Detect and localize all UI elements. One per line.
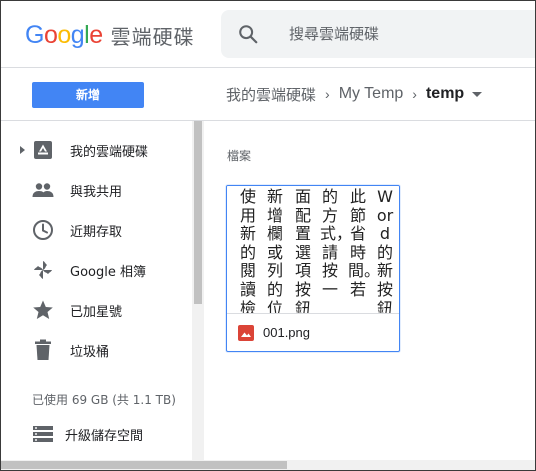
breadcrumb: 我的雲端硬碟 › My Temp › temp <box>226 81 483 107</box>
sidebar-scroll-thumb[interactable] <box>194 121 202 304</box>
logo-letter: o <box>57 20 71 49</box>
preview-text-column: 新增欄或列的位 <box>266 187 283 314</box>
sidebar-item-upgrade-storage[interactable]: 升級儲存空間 <box>1 414 191 454</box>
drive-icon <box>31 138 55 162</box>
sidebar-item-trash[interactable]: 垃圾桶 <box>1 330 191 370</box>
logo-letter: G <box>25 20 44 49</box>
files-section-label: 檔案 <box>227 149 252 163</box>
logo-letter: e <box>89 20 103 49</box>
breadcrumb-separator-icon: › <box>412 86 417 102</box>
preview-text-column: 此節省時間。若 <box>348 187 381 299</box>
image-file-icon <box>238 325 254 341</box>
file-footer: 001.png <box>227 315 399 351</box>
storage-usage-text: 已使用 69 GB (共 1.1 TB) <box>32 393 176 407</box>
file-card[interactable]: Word的新按鈕 此節省時間。若 的方式，請按一 面配置選項按鈕 新增欄或列的位… <box>226 185 400 352</box>
product-name: 雲端硬碟 <box>110 24 195 49</box>
photos-pinwheel-icon <box>31 258 55 282</box>
horizontal-scroll-thumb[interactable] <box>1 461 287 469</box>
breadcrumb-item-my-temp[interactable]: My Temp <box>339 85 404 103</box>
sidebar-item-google-photos[interactable]: Google 相簿 <box>1 250 191 290</box>
breadcrumb-separator-icon: › <box>325 86 330 102</box>
search-icon[interactable] <box>237 23 259 45</box>
google-drive-logo[interactable]: Google 雲端硬碟 <box>25 19 195 51</box>
preview-text-column: Word的新按鈕 <box>376 187 394 314</box>
sidebar-item-label: Google 相簿 <box>70 264 146 280</box>
sidebar-item-recent[interactable]: 近期存取 <box>1 210 191 250</box>
expand-arrow-icon[interactable] <box>20 146 25 154</box>
search-input[interactable] <box>289 22 519 46</box>
people-icon <box>31 178 55 202</box>
trash-icon <box>31 338 55 362</box>
sidebar-item-label: 與我共用 <box>70 184 123 200</box>
google-wordmark: Google <box>25 21 103 50</box>
clock-icon <box>31 218 55 242</box>
horizontal-scrollbar[interactable] <box>1 460 535 470</box>
file-name: 001.png <box>263 325 310 340</box>
sidebar-item-label: 已加星號 <box>70 304 123 320</box>
search-box[interactable] <box>221 10 535 58</box>
breadcrumb-item-current-folder[interactable]: temp <box>426 85 464 103</box>
file-thumbnail: Word的新按鈕 此節省時間。若 的方式，請按一 面配置選項按鈕 新增欄或列的位… <box>227 186 399 314</box>
top-header: Google 雲端硬碟 <box>1 1 535 68</box>
sidebar-item-label: 我的雲端硬碟 <box>70 144 149 160</box>
logo-letter: o <box>43 20 58 49</box>
sidebar-item-shared-with-me[interactable]: 與我共用 <box>1 170 191 210</box>
folder-menu-chevron-down-icon[interactable] <box>472 91 483 97</box>
sidebar-scrollbar[interactable] <box>192 121 204 461</box>
logo-letter: g <box>70 20 85 49</box>
preview-text-column: 的方式，請按一 <box>320 187 353 299</box>
sidebar-item-starred[interactable]: 已加星號 <box>1 290 191 330</box>
breadcrumb-item-my-drive[interactable]: 我的雲端硬碟 <box>226 84 316 105</box>
storage-icon <box>31 422 55 446</box>
preview-text-column: 使用新的閱讀檢 <box>239 187 256 314</box>
sidebar-item-label: 垃圾桶 <box>70 344 110 360</box>
star-icon <box>31 298 55 322</box>
sidebar-item-label: 升級儲存空間 <box>65 428 144 444</box>
sidebar-item-label: 近期存取 <box>70 224 123 240</box>
sidebar: 我的雲端硬碟 與我共用 近期存取 Google 相簿 已加星號 垃圾桶 已使用 … <box>1 121 204 461</box>
new-button[interactable]: 新增 <box>32 82 144 108</box>
drive-window: Google 雲端硬碟 新增 我的雲端硬碟 › My Temp › temp <box>0 0 536 471</box>
preview-text-column: 面配置選項按鈕 <box>294 187 311 314</box>
sidebar-item-my-drive[interactable]: 我的雲端硬碟 <box>1 130 191 170</box>
